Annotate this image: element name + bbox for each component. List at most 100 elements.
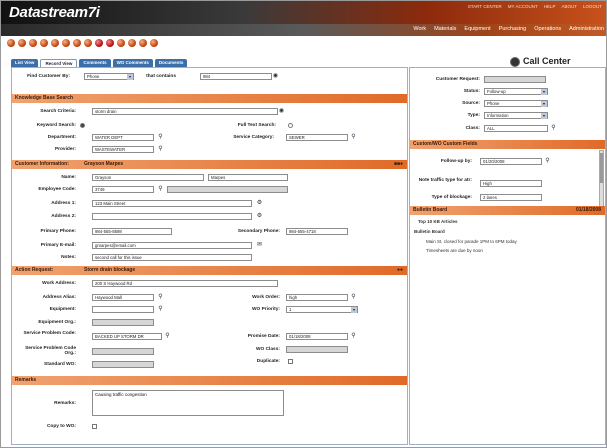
standard-wo-input xyxy=(92,361,154,368)
kb-section-header: Knowledge Base Search xyxy=(12,94,407,103)
top-links: START CENTER MY ACCOUNT HELP ABOUT LOGOU… xyxy=(468,4,602,9)
nav-materials[interactable]: Materials xyxy=(434,26,456,32)
keyword-search-radio[interactable] xyxy=(80,123,85,128)
customer-actions-icon[interactable]: ■■● xyxy=(394,160,403,169)
status-select[interactable]: Follow-up xyxy=(484,88,548,95)
traffic-type-input[interactable]: High xyxy=(480,180,542,187)
toolbar-button-tools-icon[interactable] xyxy=(139,39,147,47)
equipment-lookup-icon[interactable]: ⚲ xyxy=(157,306,164,313)
primary-phone-input[interactable]: 984-555-8598 xyxy=(92,228,172,235)
contains-input[interactable]: 984 xyxy=(200,73,272,80)
notes-input[interactable]: second call for this issue xyxy=(92,254,252,261)
provider-input[interactable]: WASTEWATER xyxy=(92,146,154,153)
action-header-value: Storm drain blockage xyxy=(84,267,136,273)
service-category-input[interactable]: SEWER xyxy=(286,134,348,141)
followup-input[interactable]: 01/20/2008 xyxy=(480,158,542,165)
copy-to-wo-checkbox[interactable] xyxy=(92,424,97,429)
equipment-input[interactable] xyxy=(92,306,154,313)
nav-administration[interactable]: Administration xyxy=(569,26,604,32)
address1-input[interactable]: 123 Main Street xyxy=(92,200,252,207)
tab-record-view[interactable]: Record View xyxy=(40,59,78,67)
employee-description xyxy=(167,186,288,193)
start-center-link[interactable]: START CENTER xyxy=(468,4,502,9)
search-criteria-input[interactable]: storm drain xyxy=(92,108,278,115)
work-order-lookup-icon[interactable]: ⚲ xyxy=(350,294,357,301)
tab-documents[interactable]: Documents xyxy=(154,59,188,67)
toolbar-button-refresh-icon[interactable] xyxy=(117,39,125,47)
wo-priority-select[interactable]: 1 xyxy=(286,306,358,313)
toolbar-button-new-icon[interactable] xyxy=(7,39,15,47)
bulletin-board-node[interactable]: Bulletin Board xyxy=(414,229,445,234)
calendar-icon[interactable]: ⚲ xyxy=(350,333,357,340)
about-link[interactable]: ABOUT xyxy=(561,4,577,9)
secondary-phone-input[interactable]: 984-555-4718 xyxy=(286,228,348,235)
toolbar-button-help-icon[interactable] xyxy=(150,39,158,47)
address2-link-icon[interactable]: ⚙ xyxy=(256,213,263,220)
toolbar-button-email-icon[interactable] xyxy=(62,39,70,47)
class-input[interactable]: ALL xyxy=(484,125,548,132)
primary-email-input[interactable]: gmarpes@email.com xyxy=(92,242,252,249)
type-label: Type: xyxy=(467,113,480,118)
nav-work[interactable]: Work xyxy=(413,26,426,32)
service-problem-code-input[interactable]: BACKED UP STORM DR xyxy=(92,333,162,340)
department-lookup-icon[interactable]: ⚲ xyxy=(157,134,164,141)
custom-fields-scroll-thumb[interactable] xyxy=(600,153,603,183)
toolbar-button-clear-icon[interactable] xyxy=(128,39,136,47)
toolbar-button-last-icon[interactable] xyxy=(106,39,114,47)
logout-link[interactable]: LOGOUT xyxy=(583,4,602,9)
toolbar-button-prev-icon[interactable] xyxy=(84,39,92,47)
tab-list-view[interactable]: List View xyxy=(11,59,39,67)
find-by-select[interactable]: Phone xyxy=(84,73,134,80)
provider-lookup-icon[interactable]: ⚲ xyxy=(157,146,164,153)
address-alias-input[interactable]: Haywood Mall xyxy=(92,294,154,301)
work-address-input[interactable]: 200 S Haywood Rd xyxy=(92,280,278,287)
tab-wo-comments[interactable]: WO Comments xyxy=(112,59,153,67)
nav-operations[interactable]: Operations xyxy=(534,26,561,32)
toolbar-button-next-icon[interactable] xyxy=(95,39,103,47)
service-category-lookup-icon[interactable]: ⚲ xyxy=(350,134,357,141)
equipment-org-label: Equipment Org.: xyxy=(38,320,76,325)
duplicate-checkbox[interactable] xyxy=(288,359,293,364)
help-link[interactable]: HELP xyxy=(544,4,556,9)
source-select[interactable]: Phone xyxy=(484,100,548,107)
source-label: Source: xyxy=(462,101,480,106)
address1-link-icon[interactable]: ⚙ xyxy=(256,200,263,207)
promise-date-label: Promise Date: xyxy=(247,334,280,339)
employee-code-input[interactable]: 3749 xyxy=(92,186,154,193)
binoculars-icon[interactable]: ◉ xyxy=(272,73,279,80)
kb-search-icon[interactable]: ◉ xyxy=(278,108,285,115)
toolbar-button-delete-icon[interactable] xyxy=(40,39,48,47)
toolbar-button-print-icon[interactable] xyxy=(51,39,59,47)
work-order-label: Work Order: xyxy=(252,295,280,300)
class-lookup-icon[interactable]: ⚲ xyxy=(550,125,557,132)
first-name-input[interactable]: Grayson xyxy=(92,174,204,181)
type-select[interactable]: Information xyxy=(484,112,548,119)
fulltext-search-radio[interactable] xyxy=(288,123,293,128)
bulletin-item: Timesheets are due by noon xyxy=(426,248,483,253)
employee-lookup-icon[interactable]: ⚲ xyxy=(157,186,164,193)
alias-lookup-icon[interactable]: ⚲ xyxy=(157,294,164,301)
department-input[interactable]: WATER DEPT xyxy=(92,134,154,141)
toolbar-button-save-icon[interactable] xyxy=(18,39,26,47)
tab-comments[interactable]: Comments xyxy=(79,59,111,67)
last-name-input[interactable]: Marpes xyxy=(208,174,288,181)
followup-calendar-icon[interactable]: ⚲ xyxy=(544,158,551,165)
toolbar-button-copy-icon[interactable] xyxy=(29,39,37,47)
service-problem-org-input xyxy=(92,348,154,355)
top10-kb-link[interactable]: Top 10 KB Articles xyxy=(418,219,458,224)
nav-equipment[interactable]: Equipment xyxy=(464,26,490,32)
nav-purchasing[interactable]: Purchasing xyxy=(499,26,527,32)
address2-input[interactable] xyxy=(92,213,252,220)
service-problem-lookup-icon[interactable]: ⚲ xyxy=(164,333,171,340)
toolbar-button-first-icon[interactable] xyxy=(73,39,81,47)
custom-fields-scrollbar[interactable] xyxy=(599,150,604,208)
equipment-org-input xyxy=(92,319,154,326)
action-refresh-icon[interactable]: ●● xyxy=(397,266,403,275)
send-email-icon[interactable]: ✉ xyxy=(256,242,263,249)
promise-date-input[interactable]: 01/18/2008 xyxy=(286,333,348,340)
remarks-textarea[interactable]: Causing traffic congestion xyxy=(92,390,284,416)
address-alias-label: Address Alias: xyxy=(42,295,76,300)
my-account-link[interactable]: MY ACCOUNT xyxy=(508,4,538,9)
work-order-input[interactable]: high xyxy=(286,294,348,301)
blockage-type-input[interactable]: 2 lanes xyxy=(480,194,542,201)
